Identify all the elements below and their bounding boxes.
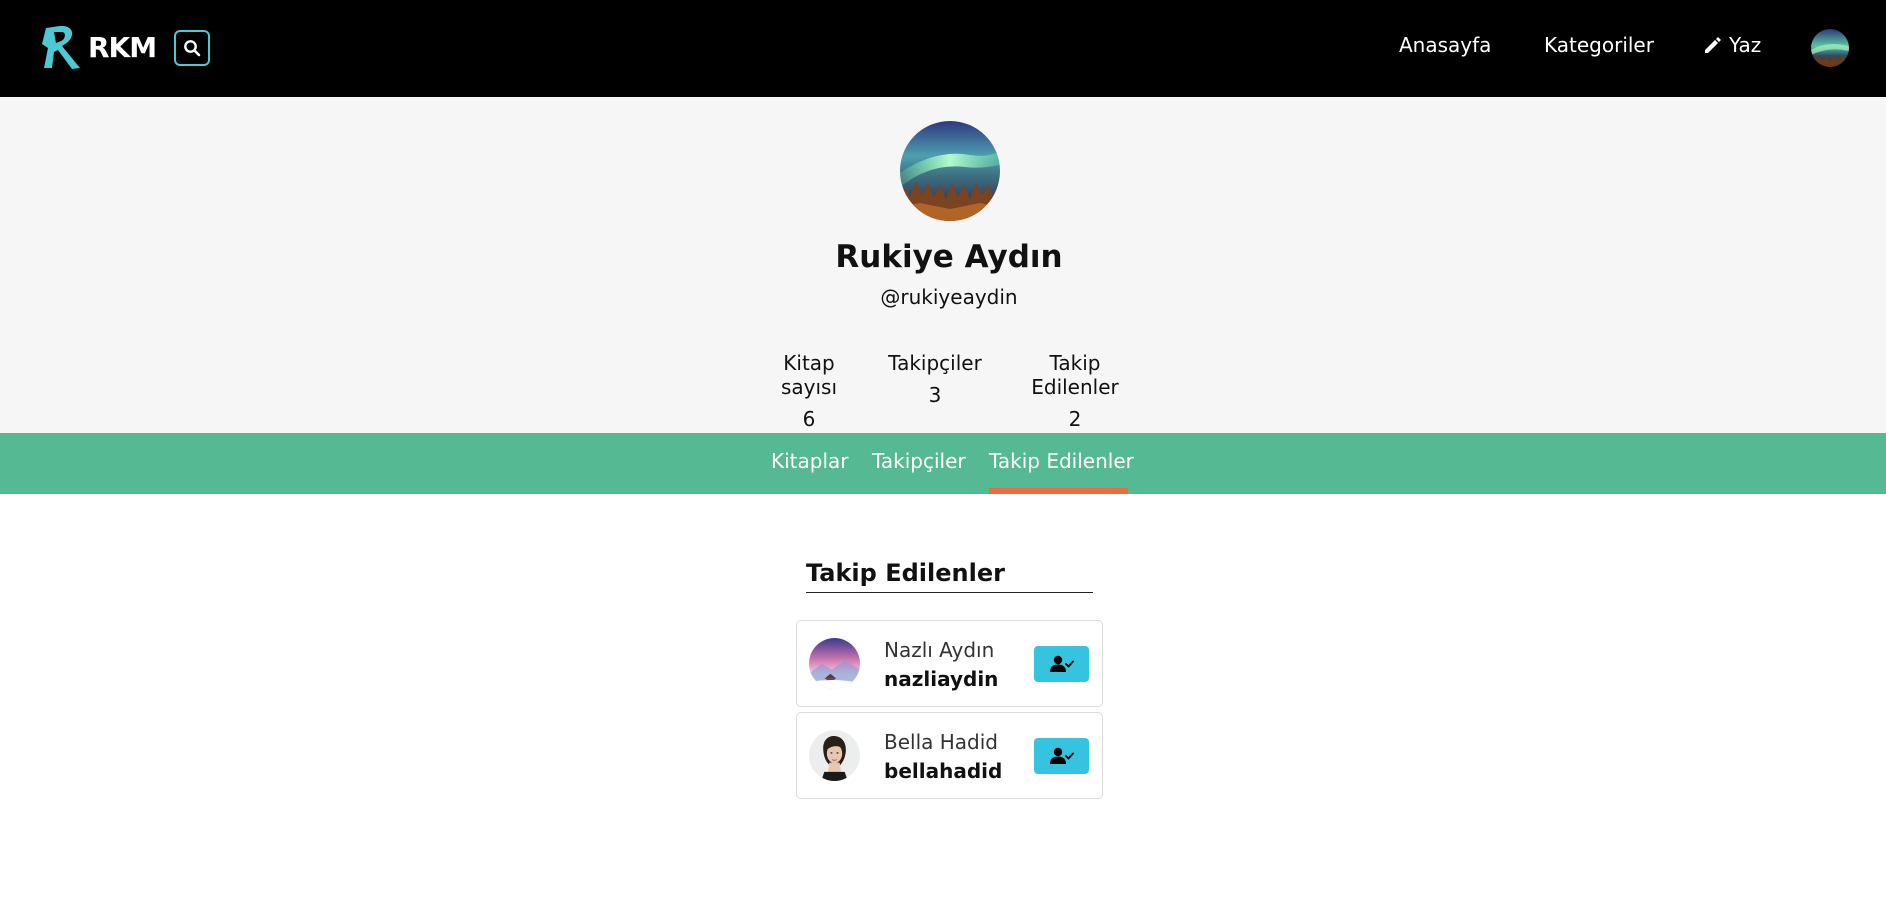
navbar: RKM Anasayfa Kategoriler Yaz: [0, 0, 1886, 97]
stat-followers: Takipçiler 3: [888, 351, 982, 407]
stat-books: Kitap sayısı 6: [753, 351, 865, 431]
active-tab-indicator: [989, 488, 1128, 494]
profile-header: Rukiye Aydın @rukiyeaydin Kitap sayısı 6…: [0, 97, 1886, 433]
avatar[interactable]: [809, 730, 860, 781]
profile-avatar: [900, 121, 1000, 221]
list-item: Bella Hadid bellahadid: [796, 712, 1103, 799]
search-icon: [184, 40, 201, 57]
stat-followers-value: 3: [928, 383, 942, 407]
followed-username[interactable]: bellahadid: [884, 759, 1002, 783]
brand-name: RKM: [88, 30, 157, 64]
tab-following[interactable]: Takip Edilenler: [989, 449, 1134, 473]
tab-followers[interactable]: Takipçiler: [872, 449, 966, 473]
profile-tabs: Kitaplar Takipçiler Takip Edilenler: [0, 433, 1886, 494]
profile-handle: @rukiyeaydin: [880, 285, 1018, 309]
following-toggle-button[interactable]: [1034, 738, 1089, 774]
nav-write-link[interactable]: Yaz: [1703, 33, 1761, 57]
stat-following: Takip Edilenler 2: [1006, 351, 1144, 431]
brand-link[interactable]: RKM: [40, 22, 157, 72]
nav-home-link[interactable]: Anasayfa: [1399, 33, 1491, 57]
list-item: Nazlı Aydın nazliaydin: [796, 620, 1103, 707]
user-check-icon: [1049, 655, 1074, 672]
stat-following-value: 2: [1068, 407, 1082, 431]
section-title: Takip Edilenler: [806, 559, 1005, 587]
pencil-icon: [1705, 37, 1721, 53]
avatar[interactable]: [809, 638, 860, 689]
nav-categories-link[interactable]: Kategoriler: [1544, 33, 1654, 57]
avatar-image: [900, 121, 1000, 221]
rkm-logo-icon: [42, 25, 80, 69]
followed-user-name[interactable]: Nazlı Aydın: [884, 638, 994, 662]
section-divider: [806, 592, 1093, 593]
followed-username[interactable]: nazliaydin: [884, 667, 998, 691]
followed-user-name[interactable]: Bella Hadid: [884, 730, 998, 754]
user-avatar-menu[interactable]: [1811, 29, 1849, 67]
stat-books-value: 6: [802, 407, 816, 431]
avatar-image: [809, 638, 860, 689]
nav-write-label: Yaz: [1729, 33, 1762, 57]
avatar-image: [1811, 29, 1849, 67]
avatar-image: [809, 730, 860, 781]
stat-followers-label: Takipçiler: [888, 351, 982, 375]
following-toggle-button[interactable]: [1034, 646, 1089, 682]
stat-books-label: Kitap sayısı: [780, 351, 838, 399]
tab-books[interactable]: Kitaplar: [771, 449, 849, 473]
user-check-icon: [1049, 747, 1074, 764]
stat-following-label: Takip Edilenler: [1031, 351, 1119, 399]
profile-name: Rukiye Aydın: [835, 239, 1063, 275]
search-button[interactable]: [174, 30, 210, 66]
